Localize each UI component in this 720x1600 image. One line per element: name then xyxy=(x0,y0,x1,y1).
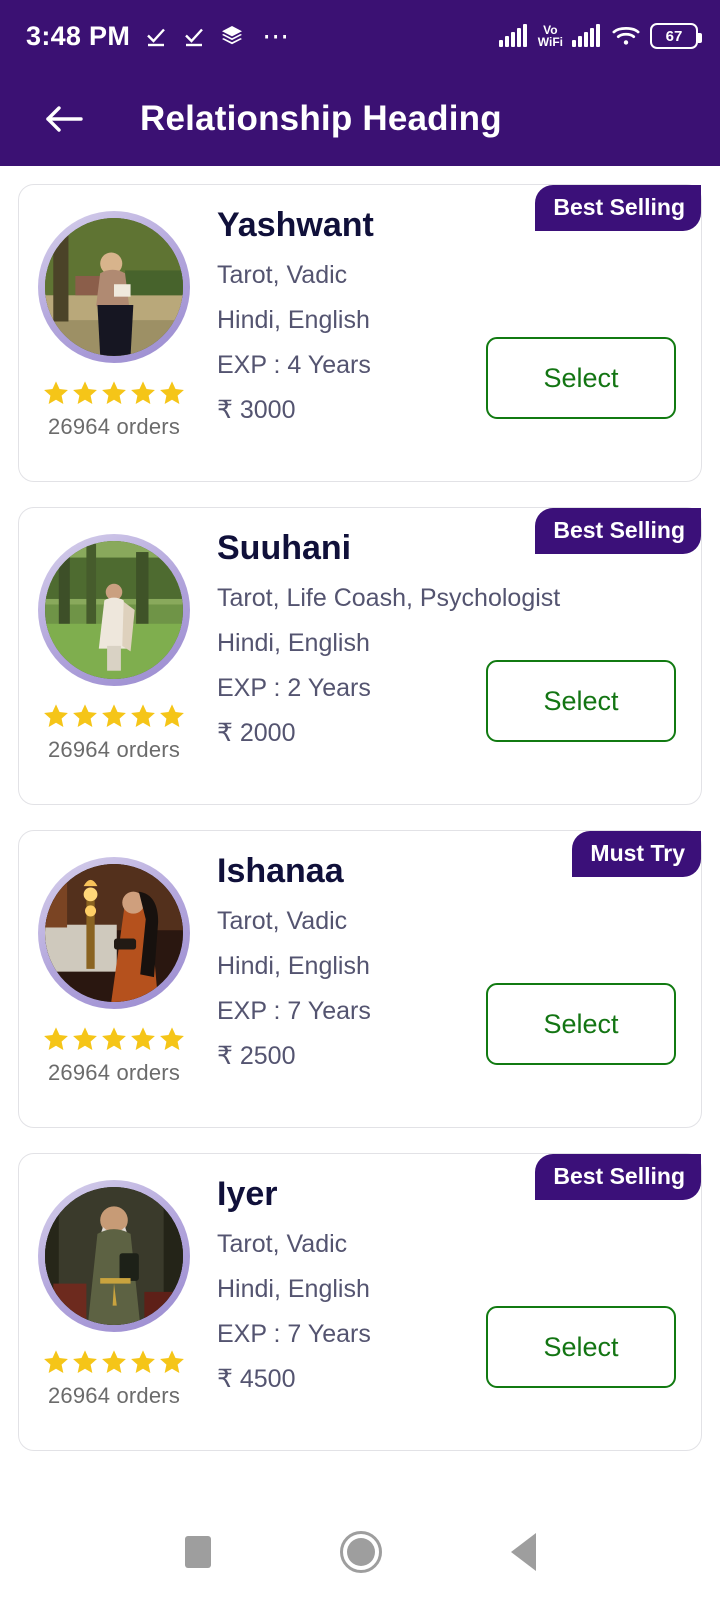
status-badge: Best Selling xyxy=(535,1154,701,1200)
layers-icon xyxy=(220,24,244,48)
status-bar-right: Vo WiFi 67 xyxy=(498,23,702,49)
rating-stars xyxy=(42,1348,186,1376)
star-icon xyxy=(102,381,126,404)
avatar-ring xyxy=(38,211,190,363)
astrologer-list: Best Selling 26964 orders Yashwant Tarot… xyxy=(0,166,720,1451)
star-icon xyxy=(102,1027,126,1050)
star-icon xyxy=(73,704,97,727)
star-icon xyxy=(44,1027,68,1050)
avatar xyxy=(45,1187,183,1325)
status-bar: 3:48 PM ⋯ Vo WiFi 67 xyxy=(0,0,720,72)
orders-count: 26964 orders xyxy=(47,1060,181,1085)
astrologer-card[interactable]: Best Selling xyxy=(18,1153,702,1451)
star-icon xyxy=(102,704,126,727)
vowifi-wifi-label: WiFi xyxy=(537,35,563,49)
star-icon xyxy=(73,381,97,404)
cellular-signal-icon xyxy=(498,24,529,48)
card-left-column: 26964 orders xyxy=(19,203,209,481)
battery-level: 67 xyxy=(665,27,683,45)
avatar-ring xyxy=(38,1180,190,1332)
avatar-ring xyxy=(38,857,190,1009)
select-button[interactable]: Select xyxy=(486,660,676,742)
star-icon xyxy=(131,1027,155,1050)
page-title: Relationship Heading xyxy=(140,99,502,138)
star-icon xyxy=(73,1350,97,1373)
astrologer-skills: Tarot, Vadic xyxy=(217,1230,348,1258)
app-bar: Relationship Heading xyxy=(0,72,720,166)
star-icon xyxy=(160,381,184,404)
card-left-column: 26964 orders xyxy=(19,849,209,1127)
astrologer-skills: Tarot, Vadic xyxy=(217,261,348,289)
status-bar-left: 3:48 PM ⋯ xyxy=(26,21,291,52)
select-button[interactable]: Select xyxy=(486,1306,676,1388)
cellular-signal-icon xyxy=(572,24,602,48)
star-icon xyxy=(73,1027,97,1050)
astrologer-skills: Tarot, Vadic xyxy=(217,907,348,935)
rating-stars xyxy=(42,379,186,407)
star-icon xyxy=(102,1350,126,1373)
rating-stars xyxy=(42,1025,186,1053)
astrologer-card[interactable]: Best Selling xyxy=(18,507,702,805)
orders-count: 26964 orders xyxy=(47,737,181,762)
vowifi-icon: Vo WiFi xyxy=(538,24,563,48)
more-dots-icon: ⋯ xyxy=(262,21,292,51)
avatar xyxy=(45,541,183,679)
download-done-icon xyxy=(144,24,168,48)
rating-stars xyxy=(42,702,186,730)
avatar xyxy=(45,218,183,356)
star-icon xyxy=(160,1027,184,1050)
square-icon[interactable] xyxy=(184,1536,211,1568)
card-left-column: 26964 orders xyxy=(19,1172,209,1450)
avatar-ring xyxy=(38,534,190,686)
select-button[interactable]: Select xyxy=(486,337,676,419)
star-icon xyxy=(131,704,155,727)
astrologer-skills: Tarot, Life Coash, Psychologist xyxy=(217,584,561,612)
star-icon xyxy=(44,381,68,404)
star-icon xyxy=(44,704,68,727)
star-icon xyxy=(44,1350,68,1373)
orders-count: 26964 orders xyxy=(47,414,181,439)
status-badge: Best Selling xyxy=(535,508,701,554)
circle-icon[interactable] xyxy=(339,1531,382,1573)
avatar xyxy=(45,864,183,1002)
star-icon xyxy=(160,704,184,727)
status-badge: Must Try xyxy=(572,831,701,877)
android-nav-bar xyxy=(0,1504,720,1600)
status-time: 3:48 PM xyxy=(26,20,131,51)
astrologer-card[interactable]: Must Try 26964 orders Ishanaa Tarot, Vad… xyxy=(18,830,702,1128)
orders-count: 26964 orders xyxy=(47,1383,181,1408)
download-done-icon xyxy=(182,24,206,48)
star-icon xyxy=(131,381,155,404)
back-button[interactable] xyxy=(36,91,92,147)
card-left-column: 26964 orders xyxy=(19,526,209,804)
status-badge: Best Selling xyxy=(535,185,701,231)
astrologer-card[interactable]: Best Selling xyxy=(18,184,702,482)
wifi-icon xyxy=(611,24,641,48)
select-button[interactable]: Select xyxy=(486,983,676,1065)
battery-icon: 67 xyxy=(650,23,702,49)
triangle-left-icon[interactable] xyxy=(510,1533,536,1571)
star-icon xyxy=(131,1350,155,1373)
star-icon xyxy=(160,1350,184,1373)
